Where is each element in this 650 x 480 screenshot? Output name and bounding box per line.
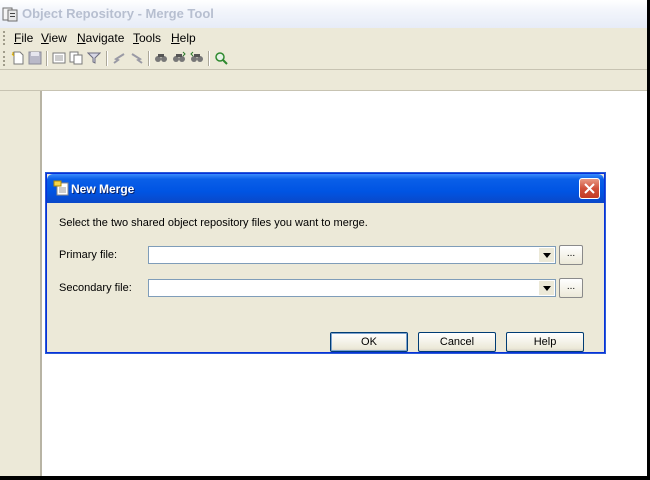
close-button[interactable]	[579, 178, 600, 199]
copy-icon[interactable]	[68, 50, 84, 66]
primary-browse-button[interactable]: ...	[559, 245, 583, 265]
toolbar-separator	[148, 51, 150, 66]
ok-button[interactable]: OK	[330, 332, 408, 352]
chevron-down-icon	[542, 252, 551, 258]
menu-help[interactable]: Help	[171, 31, 196, 45]
new-merge-icon	[53, 180, 69, 196]
toolbar-separator	[208, 51, 210, 66]
help-button[interactable]: Help	[506, 332, 584, 352]
refresh-icon[interactable]	[213, 50, 229, 66]
secondary-dropdown-button[interactable]	[539, 281, 554, 295]
new-merge-dialog: New Merge Select the two shared object r…	[46, 173, 605, 353]
address-strip	[0, 69, 647, 91]
menu-file[interactable]: File	[14, 31, 33, 45]
menu-bar: File View Navigate Tools Help	[0, 28, 647, 48]
save-icon[interactable]	[27, 50, 43, 66]
toolbar-grip[interactable]	[3, 51, 7, 66]
menu-view-rest: iew	[48, 31, 67, 45]
find-icon[interactable]	[153, 50, 169, 66]
secondary-browse-button[interactable]: ...	[559, 278, 583, 298]
menu-navigate-rest: avigate	[85, 31, 125, 45]
toolbar	[0, 48, 647, 69]
dialog-title: New Merge	[71, 182, 135, 196]
close-icon	[584, 183, 595, 194]
app-icon	[2, 6, 18, 22]
instruction-text: Select the two shared object repository …	[59, 217, 368, 229]
window-title: Object Repository - Merge Tool	[22, 6, 214, 21]
primary-file-combo[interactable]	[148, 246, 556, 264]
menu-view-hotkey: V	[41, 31, 49, 45]
toolbar-separator	[46, 51, 48, 66]
toolbar-separator	[106, 51, 108, 66]
dialog-body: Select the two shared object repository …	[47, 203, 604, 352]
menu-navigate-hotkey: N	[77, 31, 86, 45]
menu-tools-rest: ools	[139, 31, 162, 45]
dialog-title-bar[interactable]: New Merge	[47, 174, 604, 203]
secondary-file-combo[interactable]	[148, 279, 556, 297]
menu-file-rest: ile	[21, 31, 34, 45]
find-next-icon[interactable]	[171, 50, 187, 66]
cancel-button[interactable]: Cancel	[418, 332, 496, 352]
primary-file-label: Primary file:	[59, 249, 118, 261]
title-bar[interactable]: Object Repository - Merge Tool	[0, 0, 647, 28]
menubar-grip[interactable]	[3, 31, 7, 45]
menu-navigate[interactable]: Navigate	[77, 31, 124, 45]
filter-icon[interactable]	[86, 50, 102, 66]
chevron-down-icon	[542, 285, 551, 291]
menu-help-hotkey: H	[171, 31, 180, 45]
next-conflict-icon[interactable]	[129, 50, 145, 66]
merge-tool-window: Object Repository - Merge Tool File View…	[0, 0, 647, 476]
previous-conflict-icon[interactable]	[111, 50, 127, 66]
menu-view[interactable]: View	[41, 31, 67, 45]
new-icon[interactable]	[10, 50, 26, 66]
menu-help-rest: elp	[179, 31, 196, 45]
left-panel	[0, 91, 42, 476]
properties-icon[interactable]	[51, 50, 67, 66]
primary-dropdown-button[interactable]	[539, 248, 554, 262]
menu-tools[interactable]: Tools	[133, 31, 161, 45]
secondary-file-label: Secondary file:	[59, 282, 132, 294]
find-previous-icon[interactable]	[189, 50, 205, 66]
